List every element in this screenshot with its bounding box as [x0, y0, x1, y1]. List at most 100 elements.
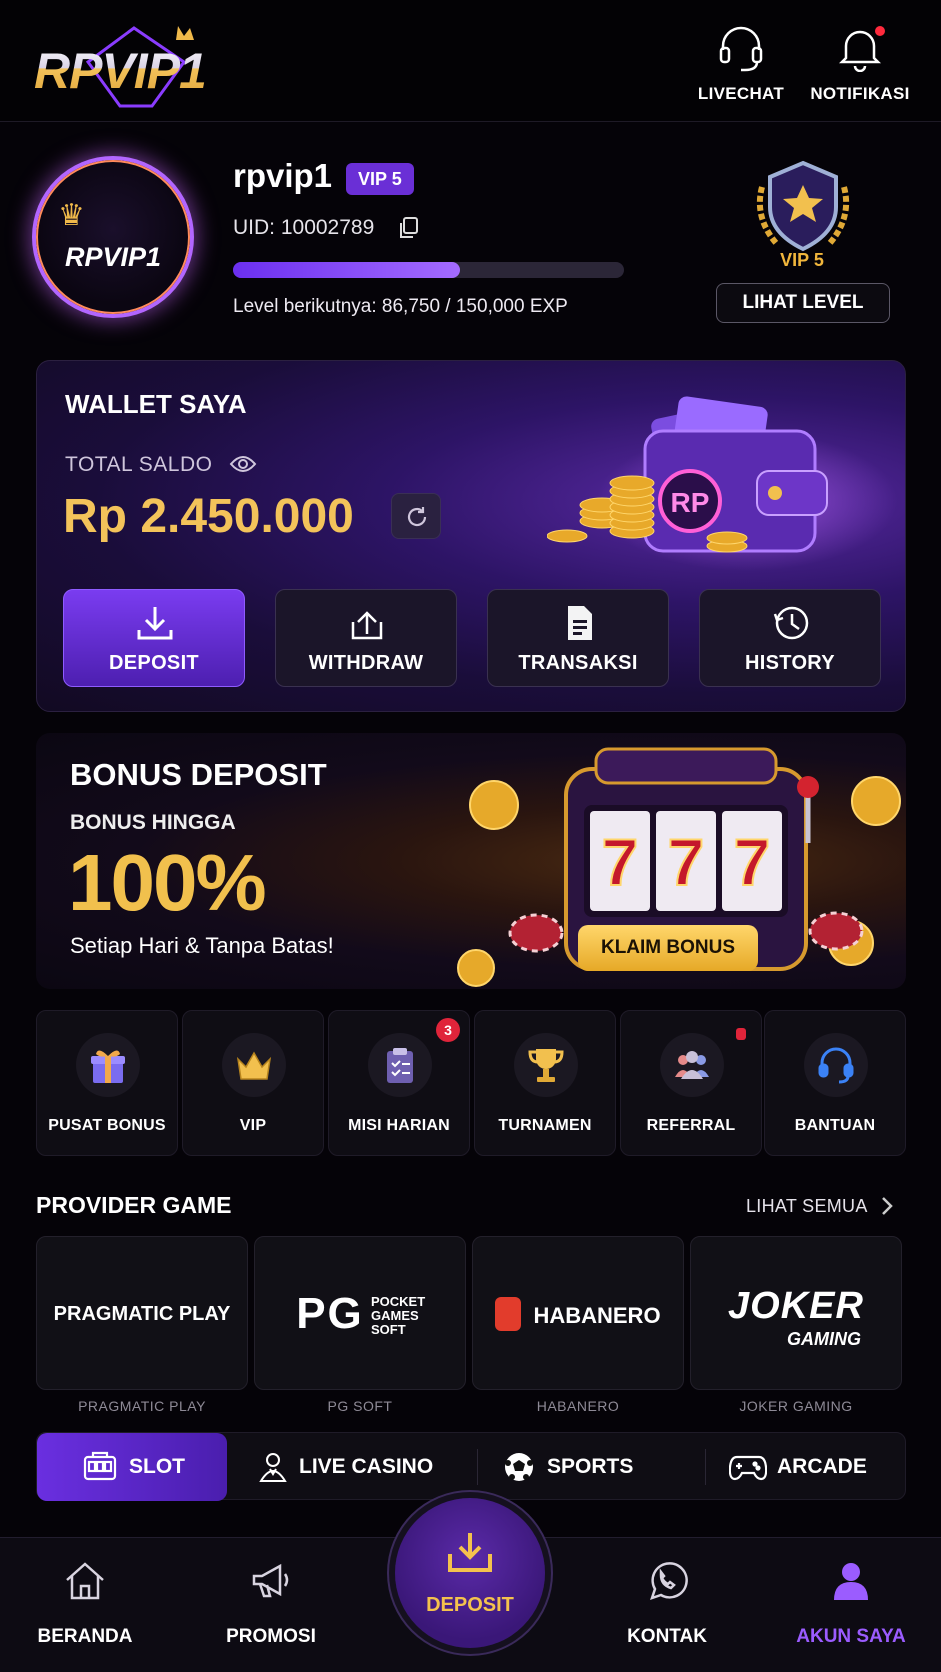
quick-label-tournament: TURNAMEN: [498, 1117, 592, 1134]
refresh-icon: [407, 507, 427, 527]
bonus-banner[interactable]: 7 7 7 BONUS DEPOSIT BONUS HINGGA 100% Se…: [36, 733, 906, 989]
clipboard-icon-wrap: [368, 1033, 432, 1097]
withdraw-label: WITHDRAW: [308, 652, 424, 674]
livechat-label: LIVECHAT: [697, 84, 785, 103]
see-all-providers-link[interactable]: LIHAT SEMUA: [746, 1196, 868, 1217]
provider-card-joker[interactable]: JOKER GAMING: [690, 1236, 902, 1390]
home-icon: [66, 1562, 104, 1600]
rp-coin-text: RP: [671, 487, 710, 518]
vip-badge: VIP 5: [346, 163, 414, 195]
tab-live-casino[interactable]: LIVE CASINO: [237, 1433, 477, 1501]
quick-label-vip: VIP: [239, 1117, 267, 1134]
dealer-icon: [259, 1453, 287, 1482]
exp-progress-fill: [233, 262, 460, 278]
crown-icon: ♛: [58, 199, 85, 232]
whatsapp-icon: [650, 1562, 688, 1600]
quick-item-tournament[interactable]: TURNAMEN: [474, 1010, 616, 1156]
provider-name-joker: JOKER GAMING: [739, 1398, 853, 1414]
slot-icon: [83, 1451, 117, 1481]
vip-level-text: VIP 5: [780, 250, 824, 270]
nav-promo-label: PROMOSI: [226, 1626, 316, 1647]
eye-icon[interactable]: [229, 453, 257, 475]
username: rpvip1: [233, 157, 333, 194]
provider-section-title: PROVIDER GAME: [36, 1192, 232, 1218]
tab-sports[interactable]: SPORTS: [479, 1433, 709, 1501]
wallet-title: WALLET SAYA: [65, 389, 247, 419]
history-label: HISTORY: [745, 652, 835, 674]
quick-label-bonus: PUSAT BONUS: [48, 1117, 166, 1134]
wallet-actions: DEPOSIT WITHDRAW TRANSAKSI HISTORY: [63, 589, 881, 687]
headset-icon-wrap: [804, 1033, 868, 1097]
view-level-button[interactable]: LIHAT LEVEL: [716, 283, 890, 323]
notification-dot: [873, 24, 887, 38]
soccer-icon: [505, 1453, 533, 1481]
history-icon: [773, 606, 809, 640]
balance-label: TOTAL SALDO: [65, 453, 213, 476]
nav-contact[interactable]: KONTAK: [592, 1538, 742, 1672]
brand-logo[interactable]: RPVIP1: [34, 22, 264, 108]
user-id: UID: 10002789: [233, 216, 375, 239]
quick-item-bonus-center[interactable]: PUSAT BONUS: [36, 1010, 178, 1156]
quick-label-referral: REFERRAL: [646, 1117, 736, 1134]
reel-seven-3: 7: [734, 825, 771, 899]
top-header: RPVIP1 LIVECHAT NOTIFIKASI: [0, 0, 941, 122]
gamepad-icon: [729, 1455, 767, 1481]
trophy-icon: [528, 1049, 564, 1082]
referral-alert-dot: [736, 1028, 746, 1040]
tab-arcade-label: ARCADE: [777, 1455, 867, 1478]
wallet-withdraw-button[interactable]: WITHDRAW: [275, 589, 457, 687]
tab-slot[interactable]: SLOT: [37, 1433, 227, 1501]
wallet-card: WALLET SAYA TOTAL SALDO Rp 2.450.000 RP …: [36, 360, 906, 712]
headset-icon: [818, 1047, 854, 1084]
wallet-deposit-button[interactable]: DEPOSIT: [63, 589, 245, 687]
wallet-history-button[interactable]: HISTORY: [699, 589, 881, 687]
exp-progress-bar: [233, 262, 624, 278]
wallet-transaction-button[interactable]: TRANSAKSI: [487, 589, 669, 687]
tab-slot-label: SLOT: [129, 1455, 185, 1478]
reel-seven-1: 7: [602, 825, 639, 899]
clipboard-icon: [387, 1048, 413, 1083]
upload-icon: [351, 611, 383, 640]
download-tray-icon: [448, 1533, 492, 1572]
tab-arcade[interactable]: ARCADE: [707, 1433, 905, 1501]
provider-logo-habanero: HABANERO: [533, 1303, 661, 1328]
exp-text: Level berikutnya: 86,750 / 150,000 EXP: [233, 296, 568, 317]
copy-icon[interactable]: [398, 216, 420, 240]
notification-button[interactable]: NOTIFIKASI: [805, 24, 915, 104]
provider-logo-joker-sub: GAMING: [787, 1329, 861, 1349]
reel-seven-2: 7: [668, 825, 705, 899]
refresh-balance-button[interactable]: [391, 493, 441, 539]
provider-name-pgsoft: PG SOFT: [327, 1398, 393, 1414]
gift-icon: [91, 1050, 125, 1083]
deposit-fab-button[interactable]: DEPOSIT: [395, 1498, 545, 1648]
livechat-button[interactable]: LIVECHAT: [686, 24, 796, 104]
logo-text: RPVIP1: [34, 43, 207, 99]
crown-icon-wrap: [222, 1033, 286, 1097]
quick-label-help: BANTUAN: [794, 1117, 876, 1134]
mission-count-badge: 3: [436, 1018, 460, 1042]
notification-label: NOTIFIKASI: [810, 84, 910, 103]
gift-icon-wrap: [76, 1033, 140, 1097]
avatar[interactable]: ♛ RPVIP1: [36, 160, 190, 314]
provider-card-pgsoft[interactable]: PG POCKET GAMES SOFT: [254, 1236, 466, 1390]
quick-item-help[interactable]: BANTUAN: [764, 1010, 906, 1156]
provider-card-habanero[interactable]: HABANERO: [472, 1236, 684, 1390]
user-icon: [834, 1563, 868, 1600]
quick-label-mission: MISI HARIAN: [348, 1117, 450, 1134]
megaphone-icon: [252, 1563, 289, 1598]
bonus-subtitle: BONUS HINGGA: [70, 811, 236, 834]
game-category-tabs: SLOT LIVE CASINO SPORTS ARCADE: [36, 1432, 906, 1501]
claim-bonus-button[interactable]: KLAIM BONUS: [578, 925, 758, 971]
chevron-right-icon[interactable]: [880, 1195, 894, 1217]
nav-account[interactable]: AKUN SAYA: [776, 1538, 926, 1672]
tab-separator: [477, 1449, 478, 1485]
document-icon: [568, 606, 592, 640]
bonus-note: Setiap Hari & Tanpa Batas!: [70, 933, 334, 958]
deposit-label: DEPOSIT: [109, 652, 199, 674]
nav-home[interactable]: BERANDA: [10, 1538, 160, 1672]
nav-account-label: AKUN SAYA: [796, 1626, 906, 1647]
tab-sports-label: SPORTS: [547, 1455, 634, 1478]
nav-promo[interactable]: PROMOSI: [196, 1538, 346, 1672]
tab-separator: [705, 1449, 706, 1485]
quick-item-vip[interactable]: VIP: [182, 1010, 324, 1156]
